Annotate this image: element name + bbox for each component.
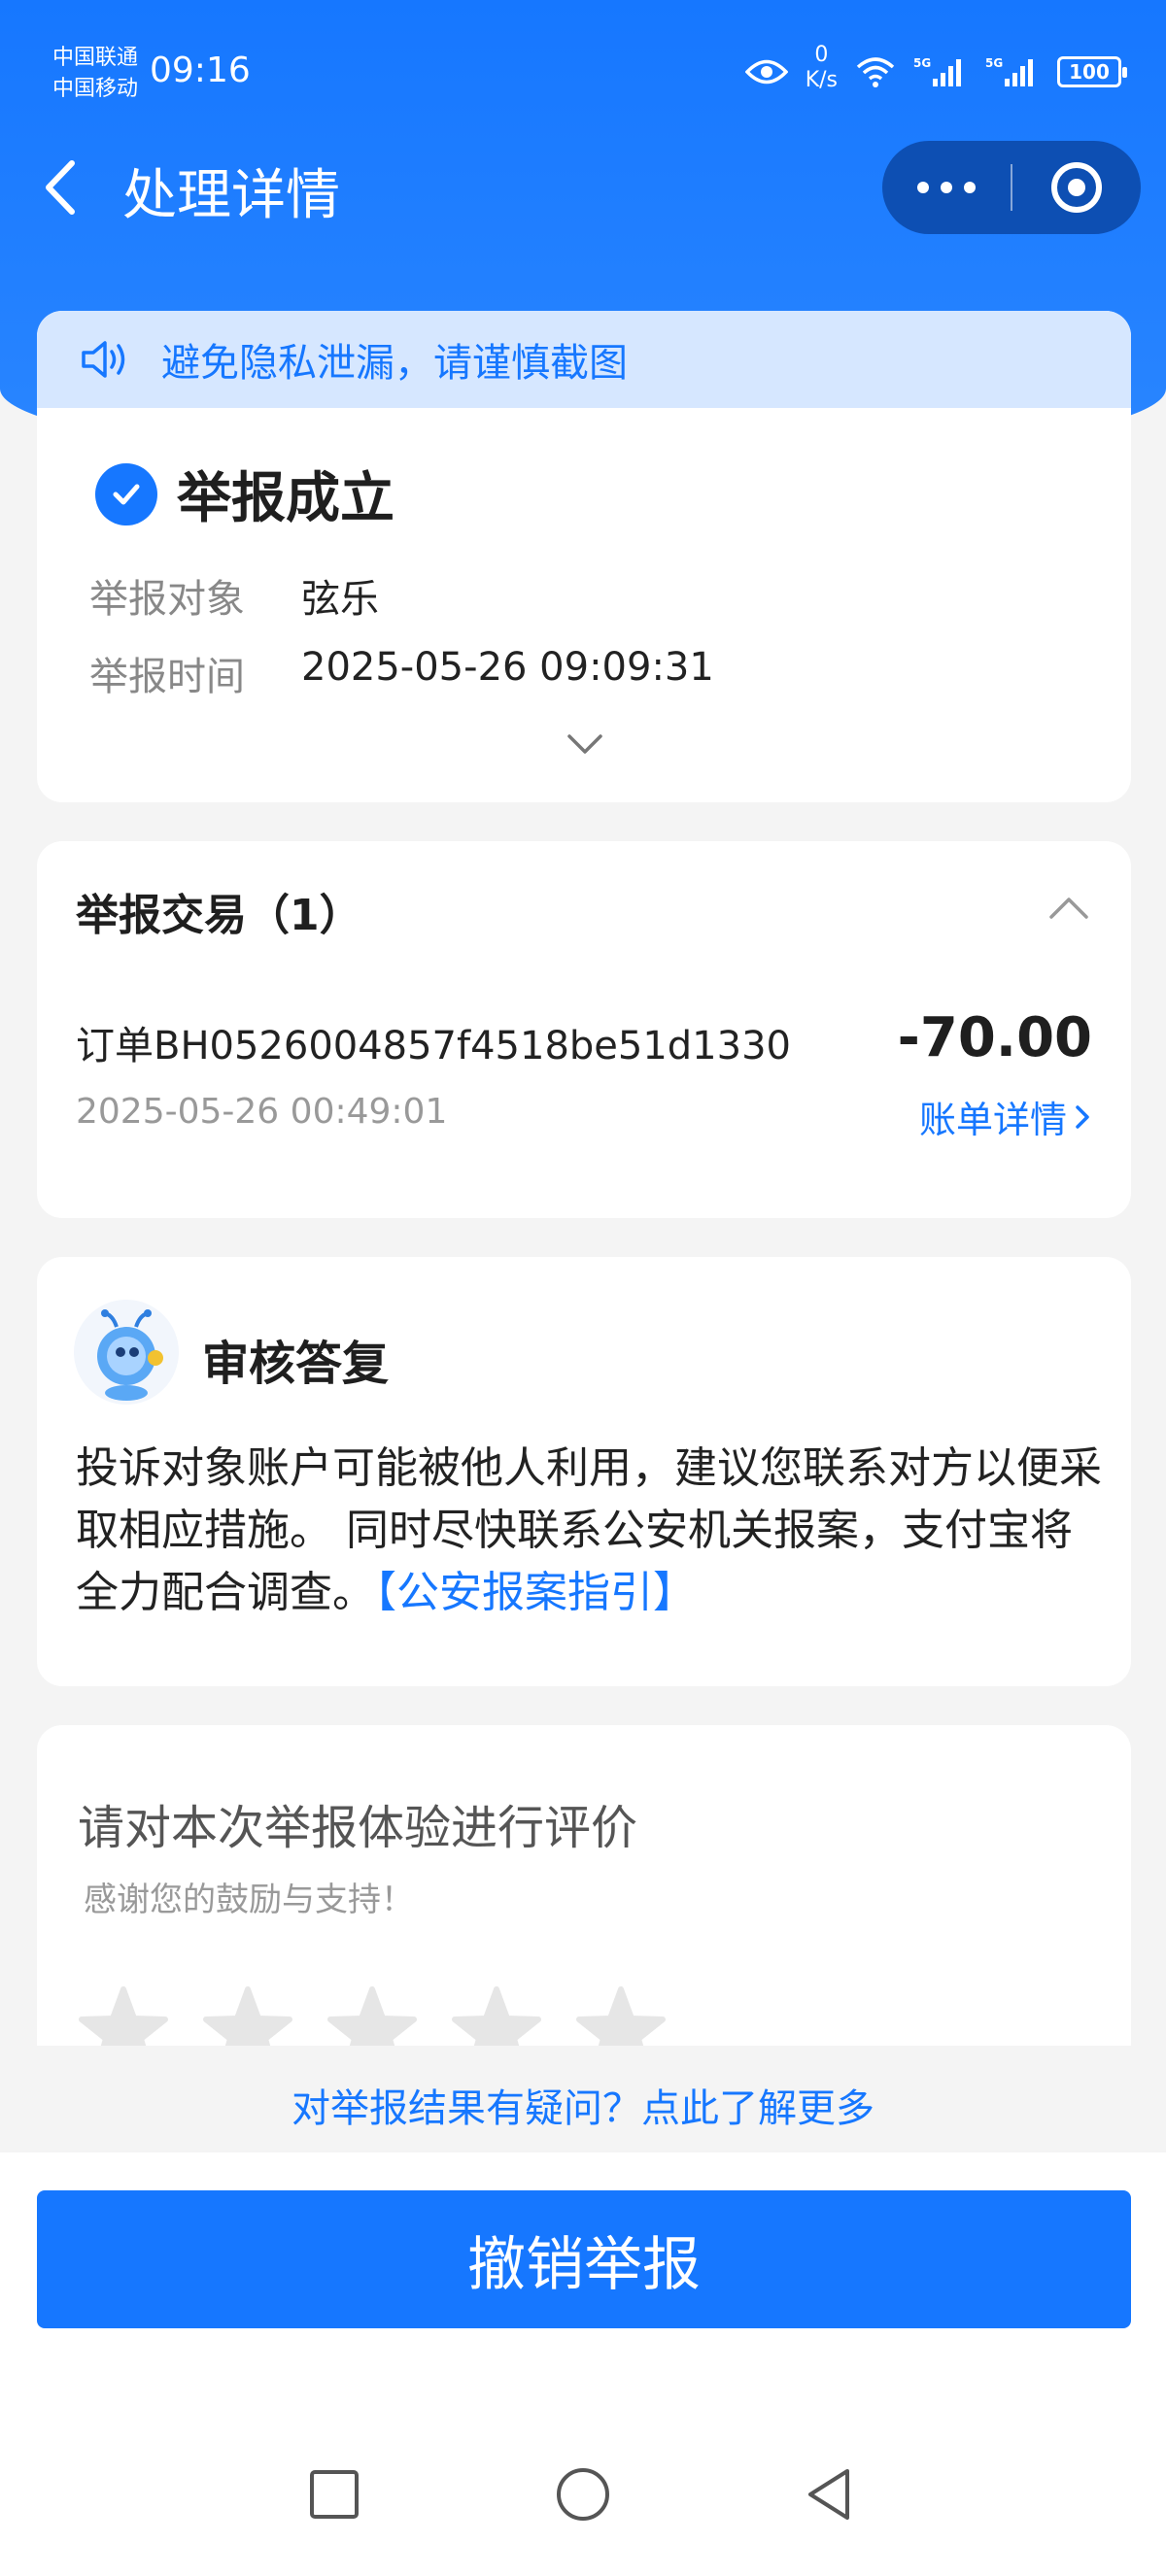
speaker-icon <box>82 341 125 378</box>
result-status: 举报成立 <box>95 455 394 533</box>
order-number: 订单BH0526004857f4518be51d1330 <box>76 1024 791 1068</box>
carrier-labels: 中国联通 中国移动 <box>52 43 138 105</box>
page-title: 处理详情 <box>122 164 340 227</box>
order-time: 2025-05-26 00:49:01 <box>76 1092 448 1132</box>
faq-link[interactable]: 对举报结果有疑问？点此了解更多 <box>0 2077 1166 2133</box>
more-button[interactable] <box>882 141 1011 234</box>
rating-title: 请对本次举报体验进行评价 <box>78 1801 638 1855</box>
system-back-button[interactable] <box>803 2465 857 2527</box>
net-speed: 0 K/s <box>806 43 838 93</box>
check-icon <box>95 462 157 525</box>
report-time-label: 举报时间 <box>89 655 245 699</box>
transaction-card: 举报交易（1） 订单BH0526004857f4518be51d1330 -70… <box>37 841 1131 1218</box>
back-button[interactable] <box>37 153 86 221</box>
report-target-row: 举报对象 弦乐 <box>89 567 379 624</box>
report-target-value: 弦乐 <box>301 577 379 622</box>
wifi-icon <box>856 57 895 87</box>
eye-icon <box>744 59 788 85</box>
collapse-button[interactable] <box>1046 892 1092 927</box>
signal-icon-2: 5G <box>985 56 1033 86</box>
chevron-right-icon <box>1076 1104 1089 1129</box>
privacy-notice-text: 避免隐私泄漏，请谨慎截图 <box>161 341 628 386</box>
more-dot <box>941 182 952 193</box>
chevron-up-icon <box>1049 898 1088 919</box>
report-time-row: 举报时间 2025-05-26 09:09:31 <box>89 645 714 701</box>
report-target-label: 举报对象 <box>89 577 245 622</box>
net-speed-value: 0 <box>814 43 829 67</box>
chevron-left-icon <box>46 160 75 215</box>
recent-apps-button[interactable] <box>307 2467 361 2525</box>
svg-text:5G: 5G <box>985 56 1003 70</box>
bill-detail-link[interactable]: 账单详情 <box>919 1090 1092 1143</box>
result-title: 举报成立 <box>177 467 394 530</box>
triangle-back-icon <box>808 2469 849 2520</box>
circle-icon <box>557 2468 609 2521</box>
carrier-2: 中国移动 <box>52 77 139 101</box>
more-dot <box>964 182 976 193</box>
more-dot <box>917 182 929 193</box>
expand-button[interactable] <box>564 729 606 762</box>
result-card: 避免隐私泄漏，请谨慎截图 举报成立 举报对象 弦乐 举报时间 2025-05-2… <box>37 311 1131 802</box>
system-nav-bar <box>0 2457 1166 2564</box>
rating-subtitle: 感谢您的鼓励与支持！ <box>84 1881 414 1919</box>
chevron-down-icon <box>567 734 602 754</box>
signal-icon: 5G <box>913 56 961 86</box>
robot-avatar <box>74 1300 179 1405</box>
svg-text:5G: 5G <box>913 56 931 70</box>
transaction-title: 举报交易（1） <box>76 891 362 940</box>
carrier-1: 中国联通 <box>52 46 139 70</box>
review-reply-card: 审核答复 投诉对象账户可能被他人利用，建议您联系对方以便采取相应措施。 同时尽快… <box>37 1257 1131 1686</box>
close-mini-program-button[interactable] <box>1012 141 1141 234</box>
bill-detail-label: 账单详情 <box>918 1099 1067 1141</box>
status-clock: 09:16 <box>150 51 251 90</box>
target-icon <box>1051 162 1102 213</box>
square-icon <box>310 2470 359 2519</box>
privacy-notice: 避免隐私泄漏，请谨慎截图 <box>37 311 1131 408</box>
status-bar: 中国联通 中国移动 09:16 0 K/s 5G 5G 100 <box>0 0 1166 146</box>
report-time-value: 2025-05-26 09:09:31 <box>301 645 714 690</box>
review-body: 投诉对象账户可能被他人利用，建议您联系对方以便采取相应措施。 同时尽快联系公安机… <box>76 1438 1106 1624</box>
status-icons: 0 K/s 5G 5G 100 <box>744 43 1127 93</box>
order-amount: -70.00 <box>897 1006 1092 1069</box>
cancel-report-button[interactable]: 撤销举报 <box>37 2190 1131 2328</box>
police-report-guide-link[interactable]: 【公安报案指引】 <box>375 1568 696 1617</box>
mini-program-capsule <box>882 141 1141 234</box>
home-button[interactable] <box>554 2465 612 2527</box>
review-title: 审核答复 <box>202 1337 390 1391</box>
net-speed-unit: K/s <box>805 68 838 92</box>
battery-icon: 100 <box>1057 56 1127 87</box>
